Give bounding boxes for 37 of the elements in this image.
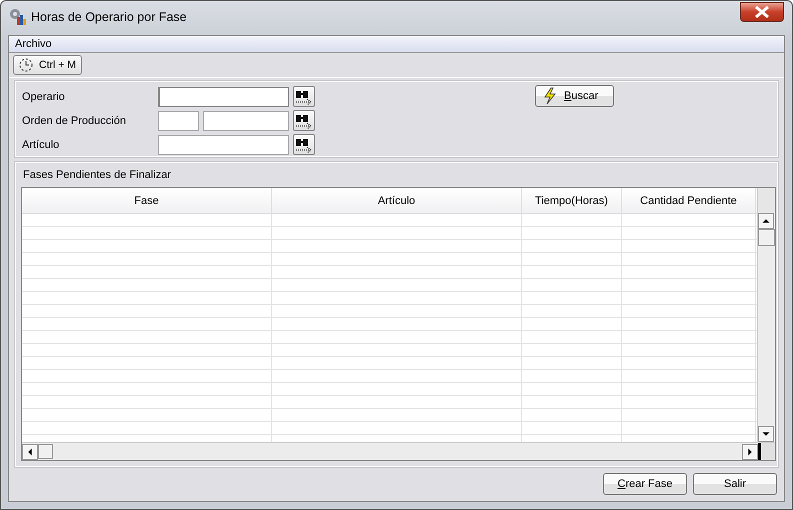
group-title: Fases Pendientes de Finalizar [22, 168, 172, 183]
binoculars-icon [295, 88, 313, 104]
close-button[interactable] [740, 2, 784, 22]
vertical-scrollbar[interactable] [757, 188, 775, 442]
window-title: Horas de Operario por Fase [31, 10, 188, 24]
app-icon [9, 8, 27, 26]
menu-item[interactable]: Archivo [15, 38, 52, 50]
lookup-button[interactable] [293, 110, 315, 131]
column-header[interactable]: Tiempo(Horas) [522, 188, 622, 213]
scroll-thumb[interactable] [38, 444, 53, 459]
input-field[interactable] [158, 134, 289, 154]
dialog-button[interactable]: Salir [693, 473, 777, 495]
scroll-thumb[interactable] [758, 229, 775, 246]
clock-icon [19, 58, 33, 72]
input-field[interactable] [158, 86, 289, 106]
lightning-icon [542, 87, 558, 105]
scroll-down-icon[interactable] [758, 426, 774, 442]
input-field[interactable] [158, 110, 199, 130]
search-button[interactable]: Buscar [535, 85, 614, 107]
shortcut-button[interactable]: Ctrl + M [13, 55, 82, 75]
field-label: Operario [22, 90, 66, 102]
input-field[interactable] [203, 110, 289, 130]
scroll-up-icon[interactable] [758, 213, 774, 229]
lookup-button[interactable] [293, 86, 315, 107]
scroll-right-icon[interactable] [742, 444, 758, 460]
field-label: Orden de Producción [22, 114, 127, 126]
field-label: Artículo [22, 138, 60, 150]
scroll-left-icon[interactable] [22, 444, 38, 460]
lookup-button[interactable] [293, 134, 315, 155]
close-icon [754, 6, 770, 18]
column-header[interactable]: Artículo [272, 188, 522, 213]
column-header[interactable]: Cantidad Pendiente [622, 188, 756, 213]
column-header[interactable]: Fase [22, 188, 272, 213]
binoculars-icon [295, 112, 313, 128]
horizontal-scrollbar[interactable] [22, 442, 775, 460]
dialog-button[interactable]: Crear Fase [603, 473, 687, 495]
binoculars-icon [295, 136, 313, 152]
